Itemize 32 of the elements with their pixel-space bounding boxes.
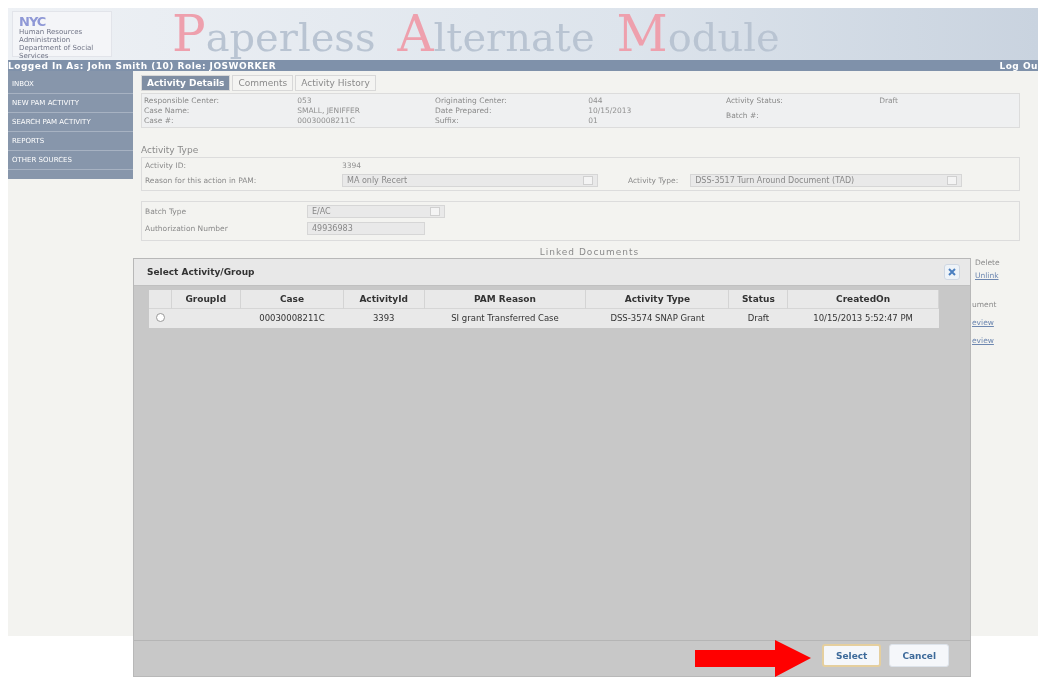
table-cell: 3393: [343, 308, 425, 328]
app-title: Paperless Alternate Module: [172, 5, 780, 63]
cancel-button[interactable]: Cancel: [889, 644, 949, 667]
logo-mark: NYC: [19, 15, 47, 28]
column-header[interactable]: GroupId: [171, 290, 241, 308]
column-header[interactable]: CreatedOn: [787, 290, 939, 308]
activity-type-dropdown[interactable]: DSS-3517 Turn Around Document (TAD): [690, 174, 963, 187]
table-cell: 00030008211C: [240, 308, 344, 328]
reason-dropdown[interactable]: MA only Recert: [342, 174, 598, 187]
table-cell: SI grant Transferred Case: [424, 308, 586, 328]
tab[interactable]: Activity Details: [141, 75, 231, 91]
section-heading: Linked Documents: [538, 247, 641, 257]
column-header[interactable]: Status: [729, 290, 788, 308]
column-header[interactable]: PAM Reason: [424, 290, 586, 308]
tab[interactable]: Activity History: [295, 75, 376, 91]
logged-in-text: Logged In As: John Smith (10) Role: JOSWORKER: [8, 60, 277, 71]
close-button[interactable]: [944, 264, 960, 280]
section-heading: Activity Type: [141, 145, 199, 155]
table-cell: Draft: [729, 308, 788, 328]
column-header[interactable]: Case: [240, 290, 344, 308]
column-header[interactable]: ActivityId: [343, 290, 425, 308]
dialog-title: Select Activity/Group: [147, 267, 255, 277]
column-header[interactable]: Activity Type: [585, 290, 729, 308]
close-icon: [948, 268, 956, 276]
authorization-field[interactable]: 49936983: [307, 222, 425, 235]
table-cell: 10/15/2013 5:52:47 PM: [787, 308, 939, 328]
table-cell: DSS-3574 SNAP Grant: [585, 308, 729, 328]
row-radio[interactable]: [155, 312, 165, 322]
batch-type-dropdown[interactable]: E/AC: [307, 205, 445, 218]
logout-link[interactable]: Log Ou: [999, 60, 1038, 71]
select-button[interactable]: Select: [821, 644, 882, 667]
tab[interactable]: Comments: [232, 75, 294, 91]
